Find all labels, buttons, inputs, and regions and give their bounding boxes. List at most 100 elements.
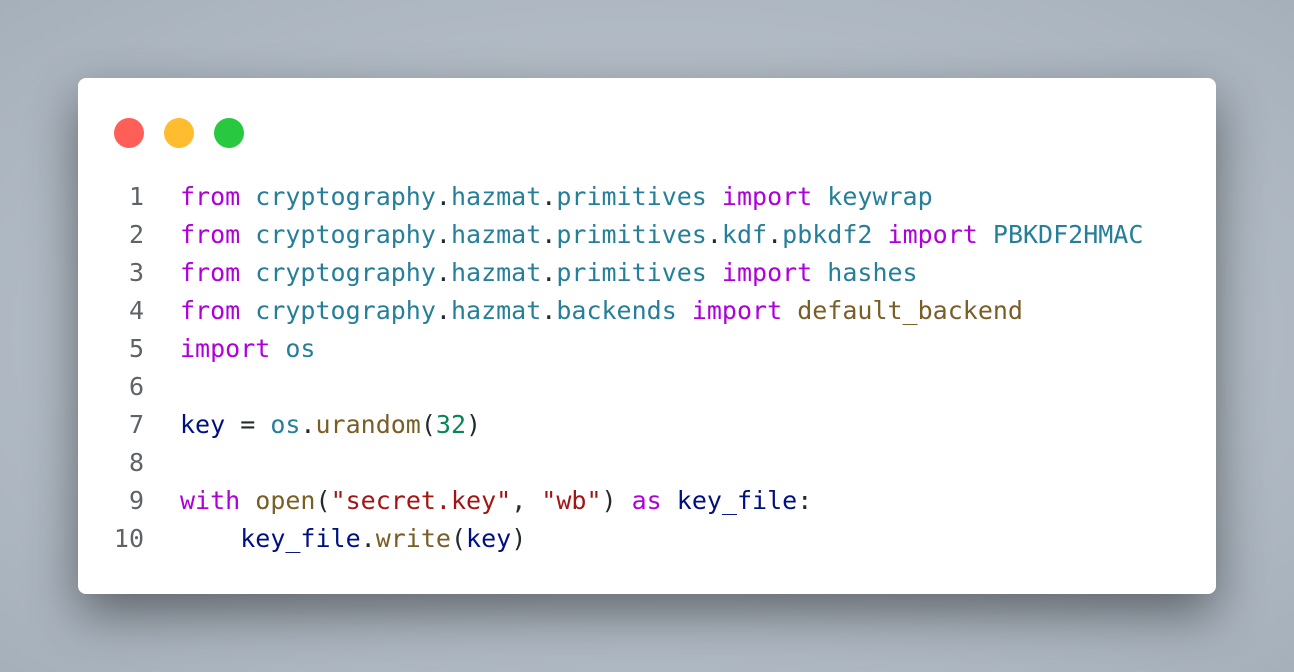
code-token: urandom [315,410,421,439]
code-line: 7 key = os.urandom(32) [78,406,1216,444]
code-token: primitives [556,258,707,287]
code-token: . [435,296,451,325]
code-token: with [180,486,241,515]
code-token: default_backend [797,296,1023,325]
code-token: . [435,258,451,287]
code-token: hashes [827,258,918,287]
code-token: cryptography [255,296,436,325]
code-line: 3 from cryptography.hazmat.primitives imp… [78,254,1216,292]
code-token: ( [315,486,331,515]
code-token: . [541,182,557,211]
line-source: import os [180,330,315,368]
code-token: backends [556,296,677,325]
code-token: primitives [556,182,707,211]
code-token: os [270,410,301,439]
code-token: key [466,524,512,553]
code-token: "wb" [541,486,602,515]
code-line: 5 import os [78,330,1216,368]
line-source: key_file.write(key) [180,520,526,558]
code-token: pbkdf2 [782,220,873,249]
code-token: import [887,220,978,249]
code-token: os [285,334,316,363]
code-token: open [255,486,316,515]
code-token: ) [601,486,632,515]
code-token: hazmat [450,220,542,249]
line-number: 6 [128,372,144,401]
code-block: 1 from cryptography.hazmat.primitives imp… [78,178,1216,558]
line-source: from cryptography.hazmat.primitives impo… [180,254,918,292]
code-token: cryptography [255,258,436,287]
line-source: with open("secret.key", "wb") as key_fil… [180,482,812,520]
code-token: write [375,524,451,553]
code-token: . [360,524,376,553]
line-source: key = os.urandom(32) [180,406,481,444]
code-token: . [541,220,557,249]
minimize-dot-icon[interactable] [164,118,194,148]
code-token: from [180,258,241,287]
code-line: 10 key_file.write(key) [78,520,1216,558]
code-token: . [767,220,783,249]
code-token: as [631,486,662,515]
line-number: 10 [113,524,144,553]
code-line: 2 from cryptography.hazmat.primitives.kdf… [78,216,1216,254]
code-token: hazmat [450,296,542,325]
code-token: import [721,182,813,211]
line-number: 5 [128,334,144,363]
code-token: hazmat [450,182,542,211]
code-token: ) [511,524,527,553]
code-token: : [797,486,813,515]
code-token: "secret.key" [330,486,512,515]
line-source: from cryptography.hazmat.primitives impo… [180,178,933,216]
line-number: 2 [128,220,144,249]
code-token: cryptography [255,182,436,211]
code-token: , [511,486,542,515]
maximize-dot-icon[interactable] [214,118,244,148]
code-window: 1 from cryptography.hazmat.primitives imp… [78,78,1216,594]
code-token: kdf [721,220,768,249]
code-token: keywrap [827,182,933,211]
code-token: import [180,334,271,363]
code-token: . [300,410,316,439]
code-token: cryptography [255,220,436,249]
line-source: from cryptography.hazmat.backends import… [180,292,1023,330]
code-token: . [435,182,451,211]
code-token: ( [420,410,436,439]
code-token: import [691,296,783,325]
code-token: hazmat [450,258,542,287]
line-number: 7 [128,410,144,439]
code-token: from [180,296,241,325]
code-token: . [706,220,722,249]
code-token: from [180,220,241,249]
code-token: from [180,182,241,211]
code-token: PBKDF2HMAC [992,220,1144,249]
code-line: 6 [78,368,1216,406]
code-token: . [435,220,451,249]
code-token: . [541,296,557,325]
code-token: primitives [556,220,707,249]
line-number: 4 [128,296,144,325]
line-source: from cryptography.hazmat.primitives.kdf.… [180,216,1143,254]
code-token: ) [466,410,482,439]
line-number: 8 [128,448,144,477]
close-dot-icon[interactable] [114,118,144,148]
code-token: key_file [240,524,361,553]
code-line: 8 [78,444,1216,482]
line-number: 3 [128,258,144,287]
code-token: key [180,410,226,439]
line-number: 9 [128,486,144,515]
